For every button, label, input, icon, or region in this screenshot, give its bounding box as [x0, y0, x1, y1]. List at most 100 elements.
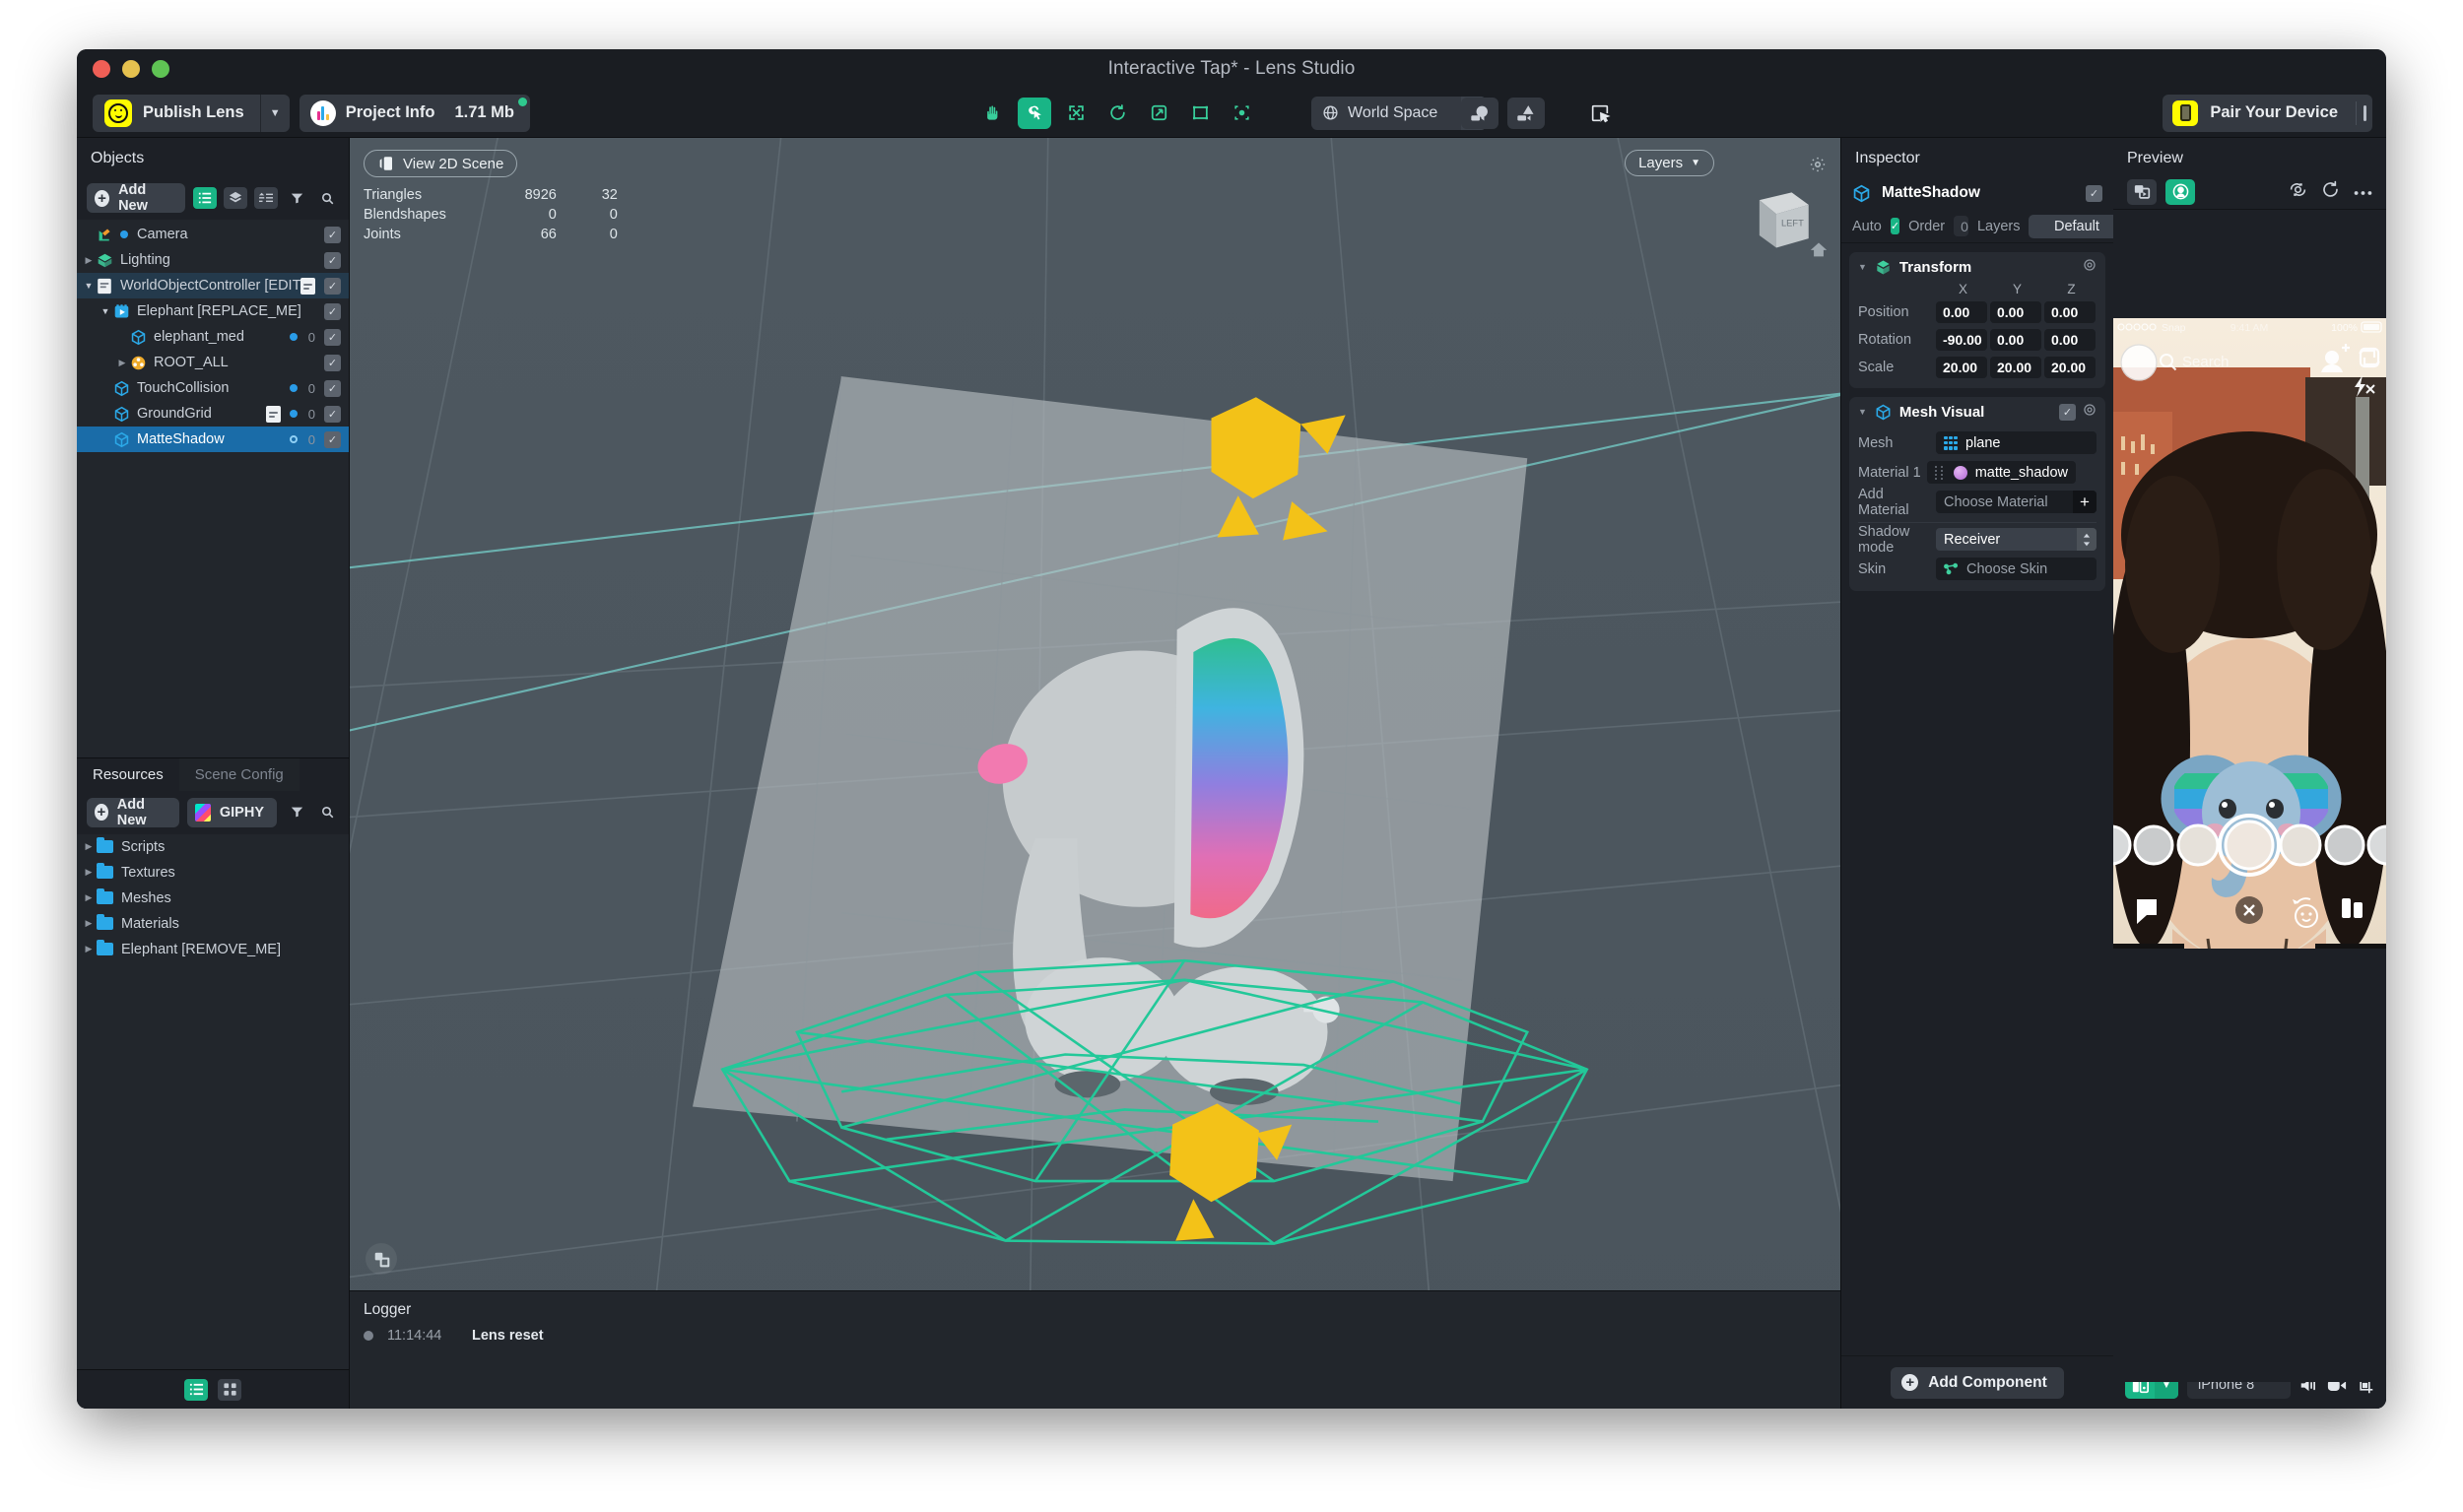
- caret-right-icon[interactable]: ▶: [81, 892, 97, 903]
- transform-y-input[interactable]: 20.00: [1990, 356, 2041, 378]
- resources-tree-row[interactable]: ▶ Textures: [77, 860, 349, 886]
- preview-media-button[interactable]: [2127, 178, 2157, 205]
- mesh-visual-enabled-checkbox[interactable]: ✓: [2059, 403, 2076, 421]
- object-enabled-checkbox[interactable]: ✓: [324, 328, 341, 346]
- transform-x-input[interactable]: -90.00: [1936, 328, 1987, 351]
- transform-x-input[interactable]: 0.00: [1936, 300, 1987, 323]
- giphy-button[interactable]: GIPHY: [186, 797, 277, 827]
- interactive-preview-toggle-icon[interactable]: [1581, 98, 1619, 129]
- objects-tree-row[interactable]: ▶ ROOT_ALL ✓: [77, 350, 349, 375]
- caret-right-icon[interactable]: ▶: [81, 944, 97, 954]
- object-enabled-checkbox[interactable]: ✓: [324, 302, 341, 320]
- orientation-gizmo[interactable]: LEFT: [1738, 183, 1815, 260]
- resources-tree-row[interactable]: ▶ Elephant [REMOVE_ME]: [77, 937, 349, 962]
- resources-add-new-button[interactable]: + Add New: [87, 797, 179, 828]
- filter-icon[interactable]: [285, 187, 308, 209]
- viewport-duplicate-icon[interactable]: [366, 1243, 397, 1275]
- caret-right-icon[interactable]: ▶: [114, 358, 130, 368]
- object-enabled-checkbox[interactable]: ✓: [2086, 184, 2102, 202]
- preview-reset-icon[interactable]: [2321, 180, 2340, 204]
- resources-tree[interactable]: ▶ Scripts ▶ Textures ▶ Meshes ▶ Materials ▶ Eleph…: [77, 833, 349, 1369]
- publish-dropdown-caret-icon[interactable]: ▼: [259, 94, 290, 132]
- shadow-mode-stepper-icon[interactable]: [2077, 528, 2097, 551]
- minimize-window-button[interactable]: [122, 60, 140, 78]
- caret-right-icon[interactable]: ▶: [81, 841, 97, 852]
- resources-tree-row[interactable]: ▶ Scripts: [77, 834, 349, 860]
- transform-tool-icon[interactable]: [1225, 98, 1258, 129]
- tab-resources[interactable]: Resources: [77, 757, 179, 791]
- search-icon[interactable]: [315, 187, 339, 209]
- select-tool-icon[interactable]: [1018, 97, 1051, 129]
- object-enabled-checkbox[interactable]: ✓: [324, 405, 341, 423]
- order-input[interactable]: 0: [1954, 216, 1968, 236]
- mesh-visual-gear-icon[interactable]: [2083, 403, 2097, 422]
- objects-tree-row[interactable]: TouchCollision 0 ✓: [77, 375, 349, 401]
- objects-tree-row[interactable]: Camera ✓: [77, 222, 349, 247]
- hand-tool-icon[interactable]: [976, 98, 1010, 129]
- object-enabled-checkbox[interactable]: ✓: [324, 277, 341, 295]
- resources-list-view-icon[interactable]: [184, 1378, 208, 1401]
- object-enabled-checkbox[interactable]: ✓: [324, 354, 341, 371]
- preview-swap-camera-icon[interactable]: [2289, 181, 2307, 203]
- layers-stack-icon[interactable]: [224, 187, 247, 209]
- caret-right-icon[interactable]: ▶: [81, 918, 97, 929]
- object-enabled-checkbox[interactable]: ✓: [324, 430, 341, 448]
- add-material-plus-icon[interactable]: +: [2073, 491, 2097, 513]
- list-view-icon[interactable]: [193, 187, 217, 209]
- viewport-home-icon[interactable]: [1809, 240, 1829, 263]
- rotate-tool-icon[interactable]: [1100, 98, 1134, 129]
- front-camera-button[interactable]: [1461, 97, 1498, 129]
- object-visible-dot-icon[interactable]: [290, 384, 298, 392]
- objects-add-new-button[interactable]: + Add New: [87, 182, 185, 214]
- pair-your-device-button[interactable]: Pair Your Device: [2163, 95, 2356, 132]
- resources-search-icon[interactable]: [315, 802, 339, 823]
- mesh-visual-component-header[interactable]: ▼ Mesh Visual ✓: [1849, 397, 2105, 427]
- tab-scene-config[interactable]: Scene Config: [178, 757, 300, 791]
- objects-tree-row[interactable]: ▼ WorldObjectController [EDIT ✓: [77, 273, 349, 298]
- drag-handle-icon[interactable]: [1934, 466, 1946, 480]
- object-enabled-checkbox[interactable]: ✓: [324, 379, 341, 397]
- resources-tree-row[interactable]: ▶ Meshes: [77, 886, 349, 911]
- caret-down-icon[interactable]: ▼: [81, 281, 97, 291]
- preview-more-icon[interactable]: [2354, 183, 2372, 201]
- skin-select[interactable]: Choose Skin: [1936, 558, 2097, 580]
- caret-down-icon[interactable]: ▼: [98, 306, 113, 316]
- transform-y-input[interactable]: 0.00: [1990, 328, 2041, 351]
- collapse-caret-icon[interactable]: ▼: [1858, 407, 1867, 417]
- objects-tree-row[interactable]: GroundGrid 0 ✓: [77, 401, 349, 427]
- transform-z-input[interactable]: 0.00: [2044, 328, 2096, 351]
- viewport-settings-gear-icon[interactable]: [1809, 156, 1827, 178]
- layers-dropdown[interactable]: Layers ▼: [1625, 150, 1714, 176]
- view-2d-scene-button[interactable]: View 2D Scene: [364, 150, 518, 177]
- resources-tree-row[interactable]: ▶ Materials: [77, 911, 349, 937]
- transform-y-input[interactable]: 0.00: [1990, 300, 2041, 323]
- sort-icon[interactable]: [254, 187, 278, 209]
- objects-tree-row[interactable]: ▶ Lighting ✓: [77, 247, 349, 273]
- rear-camera-button[interactable]: [1507, 97, 1545, 129]
- collapse-caret-icon[interactable]: ▼: [1858, 262, 1867, 272]
- resources-grid-view-icon[interactable]: [218, 1378, 241, 1401]
- maximize-window-button[interactable]: [152, 60, 169, 78]
- rect-tool-icon[interactable]: [1183, 98, 1217, 129]
- layers-select[interactable]: Default: [2029, 214, 2125, 238]
- object-visible-dot-icon[interactable]: [290, 333, 298, 341]
- move-tool-icon[interactable]: [1059, 98, 1093, 129]
- object-enabled-checkbox[interactable]: ✓: [324, 251, 341, 269]
- shadow-mode-select[interactable]: Receiver: [1936, 528, 2097, 551]
- scale-tool-icon[interactable]: [1142, 98, 1175, 129]
- objects-tree-row[interactable]: ▼ Elephant [REPLACE_ME] ✓: [77, 298, 349, 324]
- transform-x-input[interactable]: 20.00: [1936, 356, 1987, 378]
- material-value-field[interactable]: matte_shadow: [1926, 461, 2076, 484]
- object-enabled-checkbox[interactable]: ✓: [324, 226, 341, 243]
- preview-camera-button[interactable]: [2165, 178, 2195, 205]
- objects-tree-row[interactable]: elephant_med 0 ✓: [77, 324, 349, 350]
- transform-z-input[interactable]: 0.00: [2044, 300, 2096, 323]
- auto-checkbox[interactable]: ✓: [1890, 218, 1900, 234]
- object-visible-dot-icon[interactable]: [290, 410, 298, 418]
- publish-lens-button[interactable]: Publish Lens: [93, 95, 260, 132]
- object-visible-dot-icon[interactable]: [120, 230, 128, 238]
- caret-right-icon[interactable]: ▶: [81, 255, 97, 266]
- project-info-button[interactable]: Project Info: [300, 95, 449, 132]
- transform-gear-icon[interactable]: [2083, 258, 2097, 277]
- transform-z-input[interactable]: 20.00: [2044, 356, 2096, 378]
